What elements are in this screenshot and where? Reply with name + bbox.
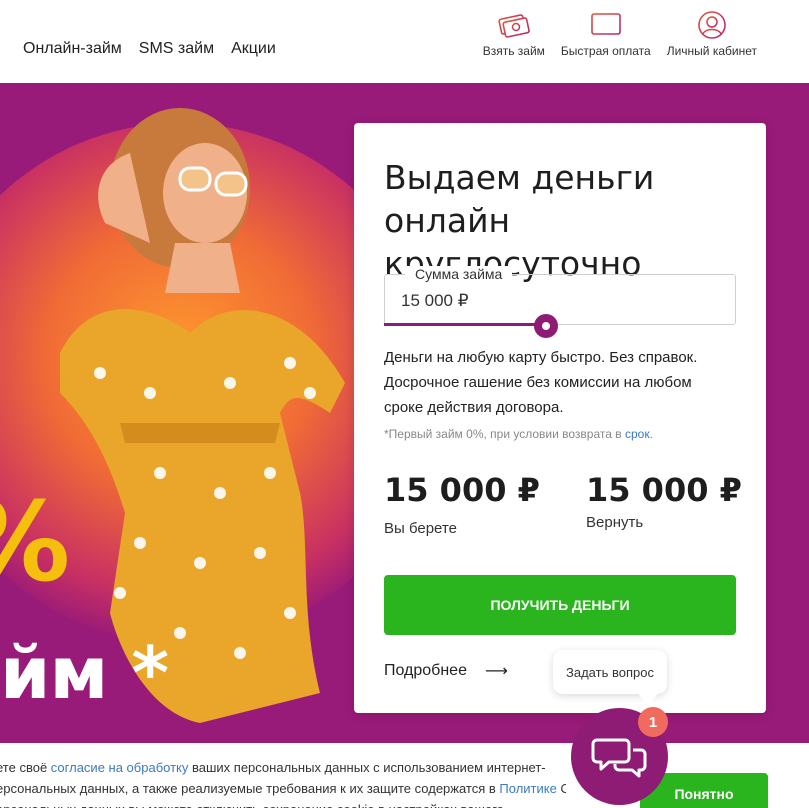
card-description: Деньги на любую карту быстро. Без справо… [384, 349, 698, 416]
more-label: Подробнее [384, 662, 467, 679]
cookie-line-3: ерсональных данных вы можете отключить с… [0, 799, 566, 808]
nav-item-promotions[interactable]: Акции [231, 40, 276, 58]
cookie-line-1: ете своё согласие на обработку ваших пер… [0, 757, 566, 778]
first-loan-note: *Первый займ 0%, при условии возврата в … [384, 427, 653, 441]
cookie-line-2-b: О [560, 781, 566, 796]
chat-bubbles-icon [591, 738, 646, 777]
take-loan-link[interactable]: Взять займ [483, 10, 545, 58]
nav-item-sms-loan[interactable]: SMS займ [139, 40, 214, 58]
card-icon [591, 13, 621, 35]
amount-slider[interactable] [384, 314, 736, 338]
cookie-line-1-b: ваших персональных данных с использовани… [188, 760, 546, 775]
note-term-link[interactable]: срок [625, 427, 650, 441]
note-suffix: . [649, 427, 653, 441]
promo-percent: % [0, 478, 70, 606]
cookie-banner: ете своё согласие на обработку ваших пер… [0, 743, 809, 808]
main-nav: Онлайн-займ SMS займ Акции [23, 40, 276, 58]
quick-payment-label: Быстрая оплата [560, 44, 651, 58]
chat-unread-badge: 1 [638, 707, 668, 737]
policy-link[interactable]: Политике [499, 781, 556, 796]
cookie-line-2-a: ерсональных данных, а также реализуемые … [0, 781, 500, 796]
amount-label: Сумма займа [405, 266, 513, 282]
personal-account-label: Личный кабинет [666, 44, 757, 58]
tooltip-label: Задать вопрос [566, 664, 654, 680]
consent-link[interactable]: согласие на обработку [51, 760, 189, 775]
quick-payment-link[interactable]: Быстрая оплата [561, 10, 651, 58]
get-money-button[interactable]: ПОЛУЧИТЬ ДЕНЬГИ [384, 575, 736, 635]
note-prefix: *Первый займ 0%, при условии возврата в [384, 427, 625, 441]
nav-item-online-loan[interactable]: Онлайн-займ [23, 40, 122, 58]
amount-input[interactable] [401, 291, 701, 311]
take-loan-label: Взять займ [482, 44, 545, 58]
header-actions: Взять займ Быстрая оплата Личный кабинет [483, 10, 757, 58]
cookie-text: ете своё согласие на обработку ваших пер… [0, 757, 566, 808]
slider-fill [384, 323, 546, 326]
cookie-line-2: ерсональных данных, а также реализуемые … [0, 778, 566, 799]
return-amount: 15 000 ₽ [586, 471, 742, 509]
promo-word: йм * [0, 631, 169, 715]
amount-field[interactable]: Сумма займа [384, 266, 736, 325]
site-header: Онлайн-займ SMS займ Акции Взять займ Бы… [0, 0, 809, 83]
user-icon [698, 11, 726, 39]
loan-calculator-card: Выдаем деньги онлайн круглосуточно Сумма… [354, 123, 766, 713]
return-label: Вернуть [586, 514, 644, 531]
personal-account-link[interactable]: Личный кабинет [667, 10, 757, 58]
slider-thumb[interactable] [534, 314, 558, 338]
more-link[interactable]: Подробнее ⟶ [384, 661, 508, 681]
take-label: Вы берете [384, 520, 457, 537]
take-amount: 15 000 ₽ [384, 471, 540, 509]
ask-question-tooltip[interactable]: Задать вопрос [553, 650, 667, 694]
arrow-right-icon: ⟶ [484, 663, 508, 680]
cookie-line-1-a: ете своё [0, 760, 51, 775]
money-icon [498, 14, 530, 38]
